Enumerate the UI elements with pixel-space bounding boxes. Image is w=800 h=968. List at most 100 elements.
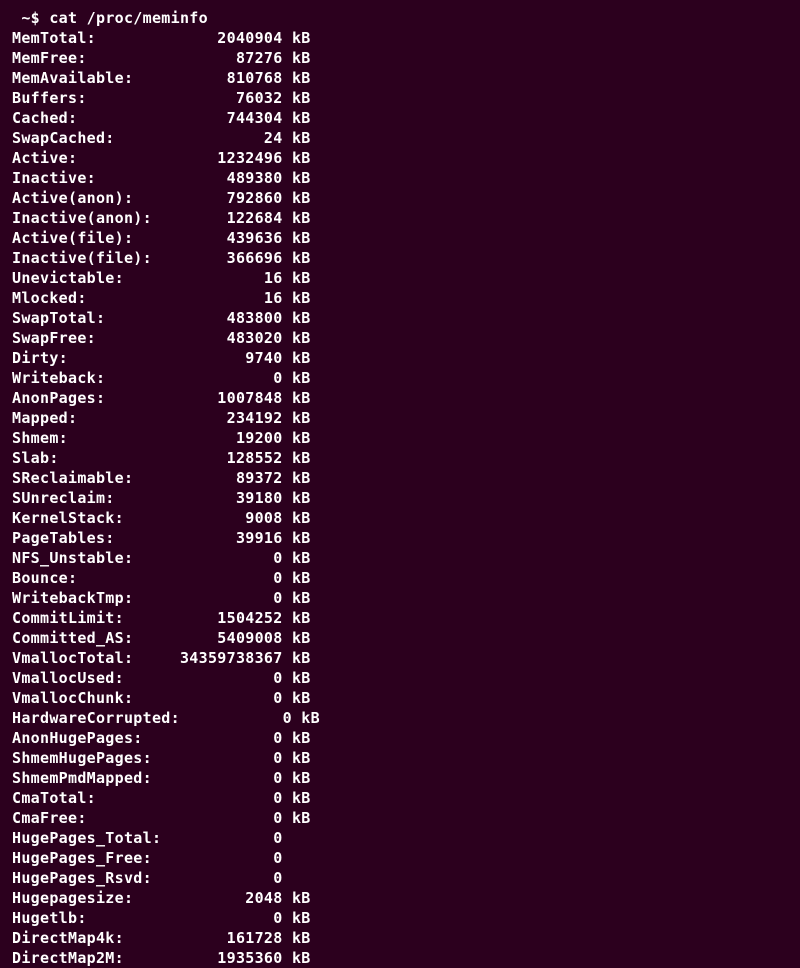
meminfo-value: 1935360 (171, 948, 283, 968)
meminfo-value: 0 (171, 548, 283, 568)
meminfo-value: 0 (171, 688, 283, 708)
meminfo-value: 810768 (171, 68, 283, 88)
meminfo-unit: kB (283, 608, 311, 628)
meminfo-label: VmallocChunk: (12, 688, 171, 708)
meminfo-value: 19200 (171, 428, 283, 448)
meminfo-value: 34359738367 (171, 648, 283, 668)
meminfo-unit: kB (283, 368, 311, 388)
meminfo-unit: kB (283, 348, 311, 368)
meminfo-label: CommitLimit: (12, 608, 171, 628)
meminfo-row: Shmem: 19200 kB (12, 428, 788, 448)
meminfo-value: 366696 (171, 248, 283, 268)
meminfo-row: CommitLimit: 1504252 kB (12, 608, 788, 628)
meminfo-value: 1504252 (171, 608, 283, 628)
meminfo-row: Active(file): 439636 kB (12, 228, 788, 248)
meminfo-unit: kB (283, 468, 311, 488)
meminfo-row: Active(anon): 792860 kB (12, 188, 788, 208)
meminfo-unit: kB (283, 548, 311, 568)
meminfo-row: HugePages_Total: 0 (12, 828, 788, 848)
meminfo-row: Unevictable: 16 kB (12, 268, 788, 288)
meminfo-row: SReclaimable: 89372 kB (12, 468, 788, 488)
meminfo-unit: kB (283, 788, 311, 808)
meminfo-value: 0 (171, 788, 283, 808)
meminfo-unit: kB (283, 908, 311, 928)
meminfo-label: HugePages_Total: (12, 828, 171, 848)
meminfo-unit: kB (283, 808, 311, 828)
meminfo-value: 744304 (171, 108, 283, 128)
meminfo-label: VmallocUsed: (12, 668, 171, 688)
meminfo-value: 0 (171, 868, 283, 888)
meminfo-label: Inactive(file): (12, 248, 171, 268)
meminfo-label: Mapped: (12, 408, 171, 428)
meminfo-value: 5409008 (171, 628, 283, 648)
meminfo-label: VmallocTotal: (12, 648, 171, 668)
meminfo-row: DirectMap4k: 161728 kB (12, 928, 788, 948)
meminfo-unit: kB (283, 628, 311, 648)
meminfo-label: Buffers: (12, 88, 171, 108)
command-line[interactable]: ~$ cat /proc/meminfo (12, 8, 788, 28)
meminfo-value: 0 (180, 708, 292, 728)
meminfo-label: SwapCached: (12, 128, 171, 148)
meminfo-unit: kB (283, 948, 311, 968)
command-text: cat /proc/meminfo (49, 8, 208, 28)
meminfo-row: Inactive: 489380 kB (12, 168, 788, 188)
meminfo-value: 122684 (171, 208, 283, 228)
meminfo-row: MemAvailable: 810768 kB (12, 68, 788, 88)
meminfo-row: SwapFree: 483020 kB (12, 328, 788, 348)
meminfo-row: Mapped: 234192 kB (12, 408, 788, 428)
meminfo-unit: kB (283, 888, 311, 908)
meminfo-unit: kB (283, 408, 311, 428)
meminfo-row: AnonHugePages: 0 kB (12, 728, 788, 748)
meminfo-value: 0 (171, 828, 283, 848)
meminfo-label: HugePages_Free: (12, 848, 171, 868)
meminfo-unit: kB (283, 648, 311, 668)
meminfo-value: 0 (171, 748, 283, 768)
meminfo-row: Dirty: 9740 kB (12, 348, 788, 368)
meminfo-label: Hugetlb: (12, 908, 171, 928)
meminfo-unit: kB (283, 288, 311, 308)
meminfo-row: SwapTotal: 483800 kB (12, 308, 788, 328)
meminfo-label: AnonPages: (12, 388, 171, 408)
meminfo-value: 39180 (171, 488, 283, 508)
meminfo-label: DirectMap2M: (12, 948, 171, 968)
meminfo-value: 39916 (171, 528, 283, 548)
meminfo-row: HugePages_Free: 0 (12, 848, 788, 868)
meminfo-row: Committed_AS: 5409008 kB (12, 628, 788, 648)
meminfo-label: DirectMap4k: (12, 928, 171, 948)
meminfo-row: KernelStack: 9008 kB (12, 508, 788, 528)
meminfo-unit: kB (283, 168, 311, 188)
meminfo-value: 24 (171, 128, 283, 148)
meminfo-row: MemFree: 87276 kB (12, 48, 788, 68)
meminfo-unit: kB (283, 528, 311, 548)
meminfo-label: Inactive: (12, 168, 171, 188)
meminfo-label: Active(file): (12, 228, 171, 248)
meminfo-row: VmallocChunk: 0 kB (12, 688, 788, 708)
meminfo-label: Cached: (12, 108, 171, 128)
meminfo-unit: kB (283, 128, 311, 148)
terminal-window[interactable]: ~$ cat /proc/meminfo MemTotal: 2040904 k… (12, 8, 788, 931)
meminfo-value: 0 (171, 368, 283, 388)
meminfo-label: MemTotal: (12, 28, 171, 48)
meminfo-row: Mlocked: 16 kB (12, 288, 788, 308)
meminfo-value: 87276 (171, 48, 283, 68)
meminfo-row: DirectMap2M: 1935360 kB (12, 948, 788, 968)
meminfo-row: Active: 1232496 kB (12, 148, 788, 168)
meminfo-row: WritebackTmp: 0 kB (12, 588, 788, 608)
meminfo-unit: kB (283, 188, 311, 208)
meminfo-value: 0 (171, 808, 283, 828)
meminfo-unit: kB (283, 668, 311, 688)
meminfo-value: 483020 (171, 328, 283, 348)
meminfo-unit: kB (283, 68, 311, 88)
meminfo-label: NFS_Unstable: (12, 548, 171, 568)
meminfo-value: 0 (171, 588, 283, 608)
meminfo-unit: kB (283, 488, 311, 508)
meminfo-unit: kB (292, 708, 320, 728)
meminfo-value: 16 (171, 288, 283, 308)
meminfo-unit: kB (283, 448, 311, 468)
meminfo-label: Unevictable: (12, 268, 171, 288)
meminfo-unit: kB (283, 768, 311, 788)
meminfo-unit: kB (283, 48, 311, 68)
meminfo-value: 489380 (171, 168, 283, 188)
meminfo-label: SReclaimable: (12, 468, 171, 488)
meminfo-unit: kB (283, 428, 311, 448)
